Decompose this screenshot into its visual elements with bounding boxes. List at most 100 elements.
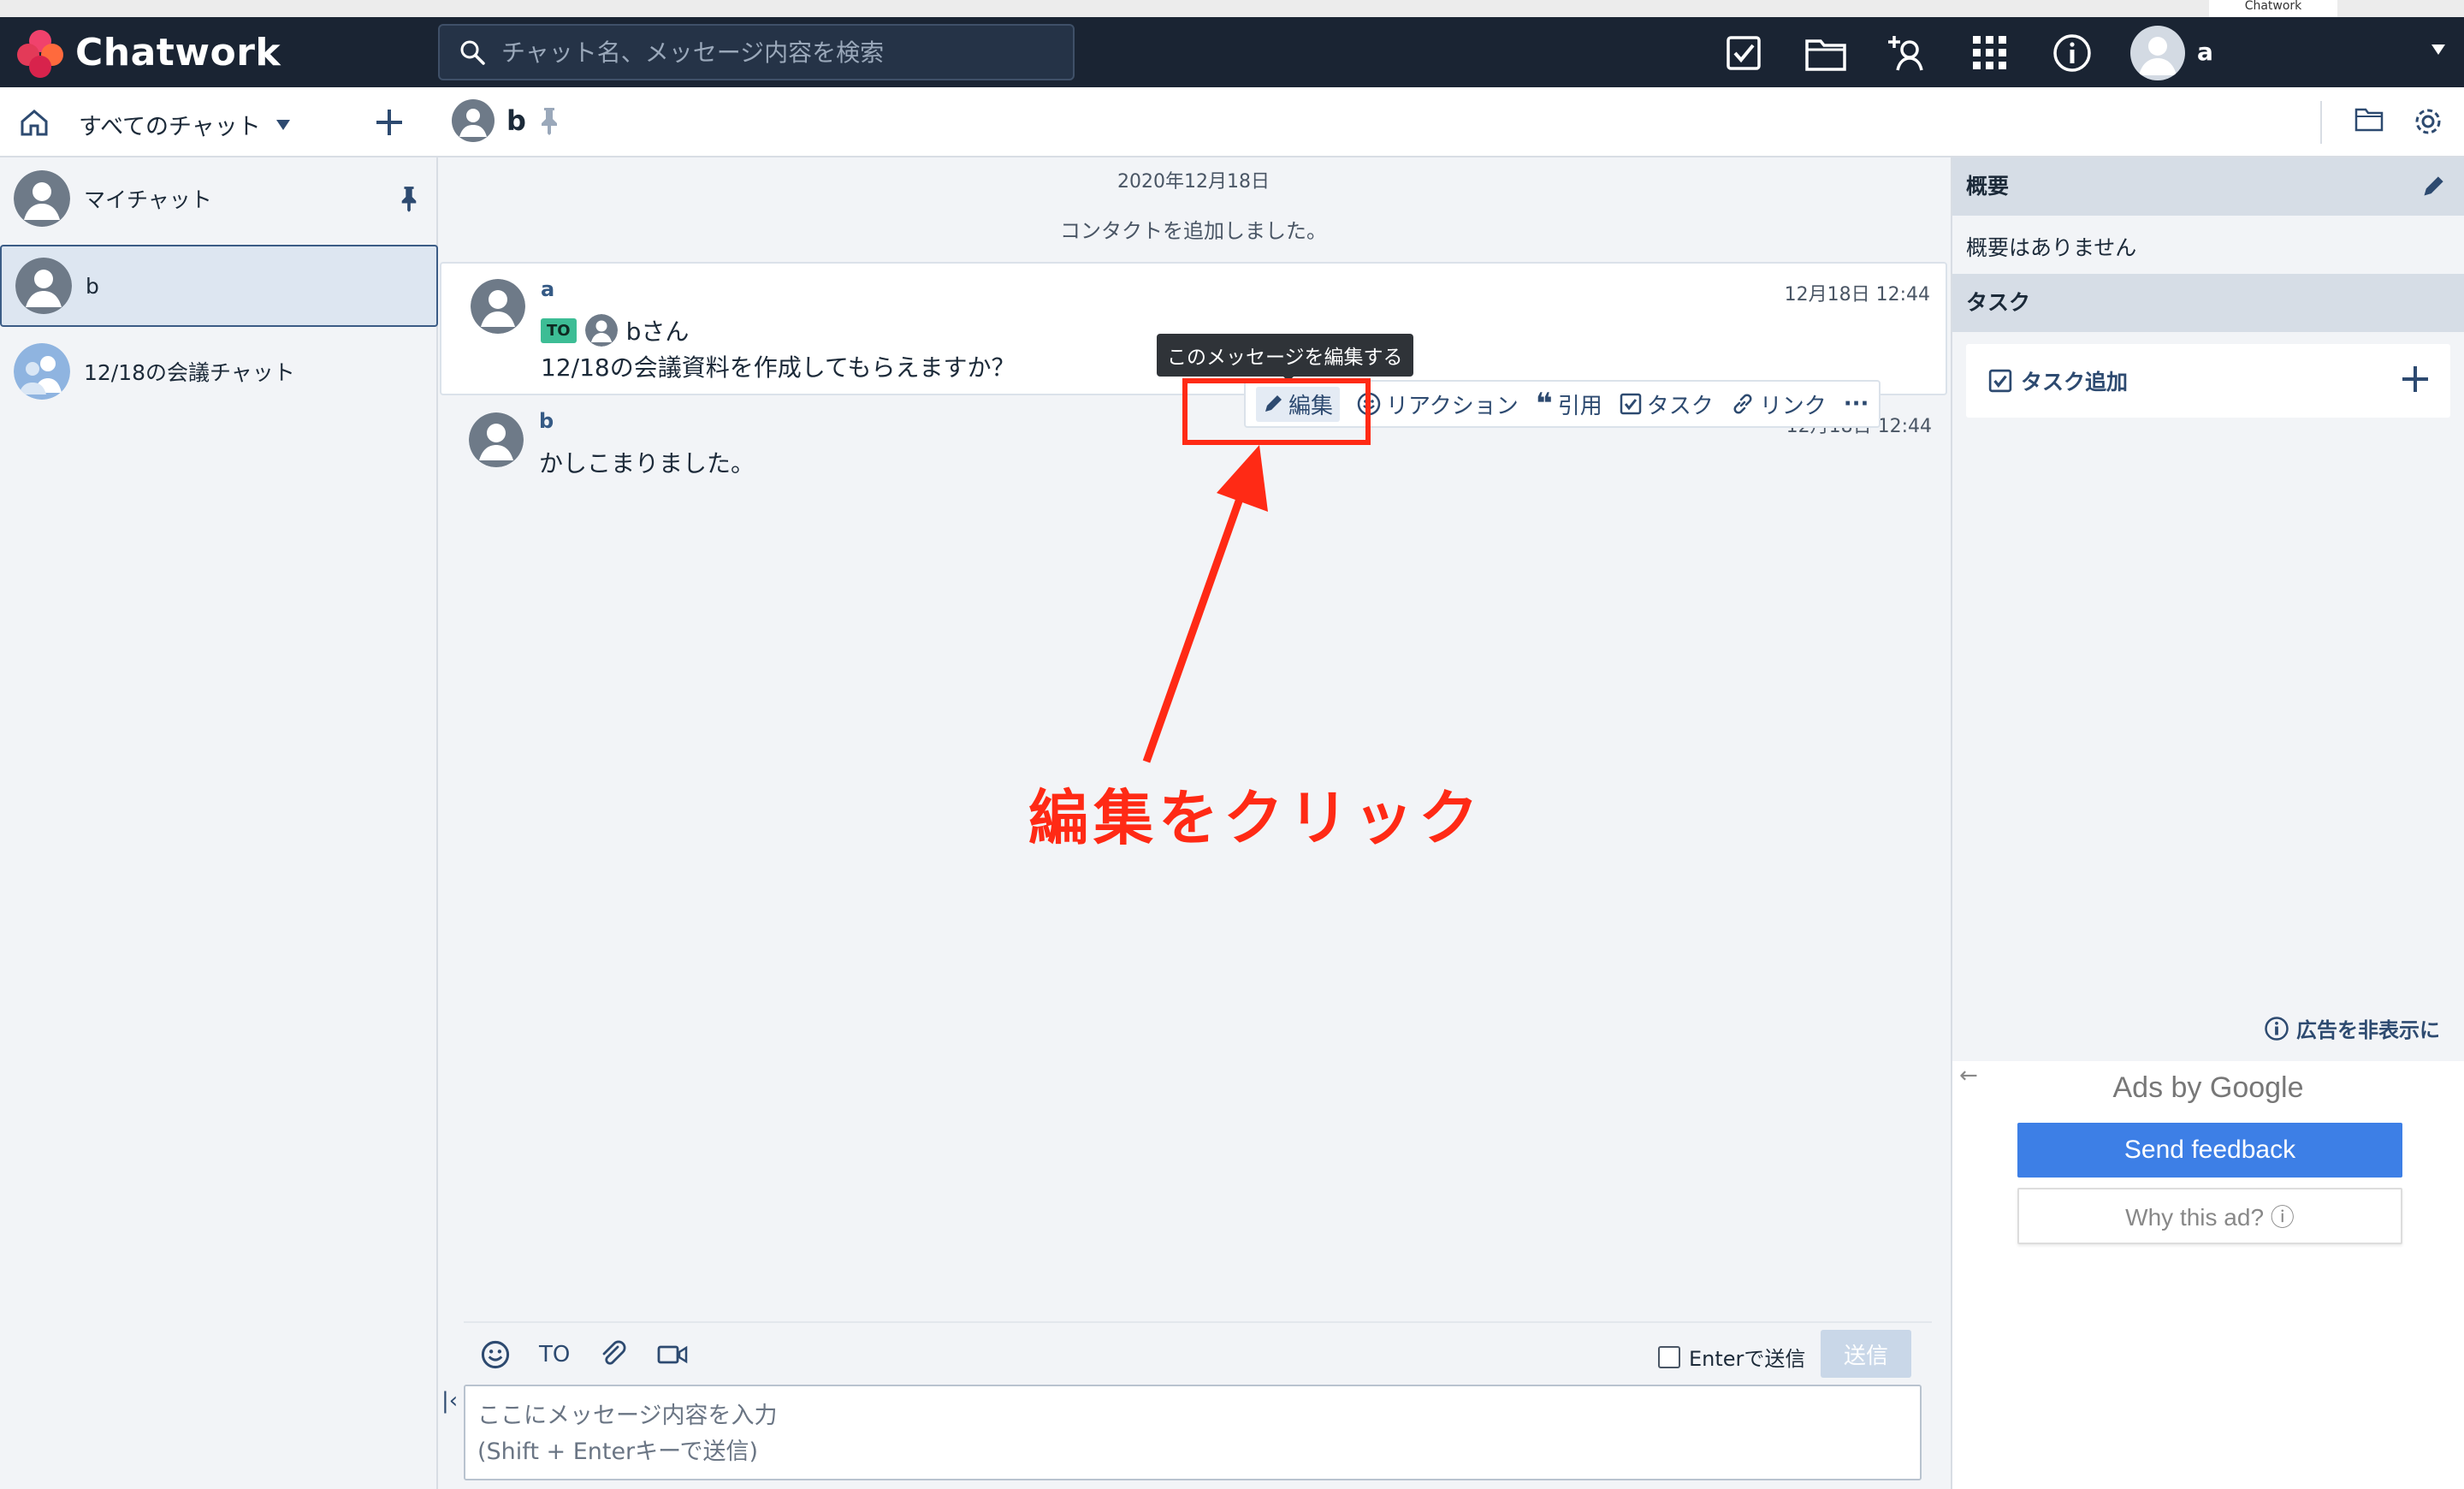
message-input[interactable]: [464, 1385, 1922, 1480]
mention-name: bさん: [625, 317, 690, 346]
video-call-icon[interactable]: [657, 1342, 688, 1367]
hide-ads-label: 広告を非表示に: [2296, 1018, 2440, 1042]
room-info-panel: 概要 概要はありません タスク タスク追加 広告を非表示に ← Ads by G…: [1951, 157, 2464, 1489]
overview-title: 概要: [1966, 174, 2010, 199]
sidebar-item-label: 12/18の会議チャット: [84, 360, 295, 385]
search-icon: [460, 40, 485, 65]
window-title: Chatwork: [2209, 0, 2337, 17]
hide-ads-link[interactable]: 広告を非表示に: [2264, 1013, 2440, 1043]
task-section-header: タスク: [1952, 274, 2464, 332]
file-folder-icon[interactable]: [1802, 29, 1850, 77]
avatar: [14, 170, 70, 227]
message-time: 12月18日 12:44: [1784, 284, 1930, 306]
enter-to-send-label: Enterで送信: [1689, 1347, 1806, 1371]
apps-grid-icon[interactable]: [1966, 29, 2014, 77]
reaction-action[interactable]: リアクション: [1357, 389, 1519, 420]
sub-header: すべてのチャット b: [0, 87, 2464, 157]
group-avatar: [14, 343, 70, 400]
ads-by-google: Ads by Google: [2112, 1071, 2304, 1104]
send-feedback-button[interactable]: Send feedback: [2017, 1123, 2402, 1178]
avatar: [15, 258, 72, 314]
info-icon[interactable]: [2048, 29, 2096, 77]
mention-avatar: [584, 314, 618, 347]
sidebar-item-meeting-chat[interactable]: 12/18の会議チャット: [0, 330, 438, 412]
quote-icon: ❝: [1535, 387, 1553, 421]
top-icon-group: [1720, 29, 2096, 77]
task-checkbox-icon[interactable]: [1720, 29, 1768, 77]
chevron-down-icon[interactable]: [2431, 44, 2445, 55]
chat-filter-dropdown[interactable]: すべてのチャット: [79, 108, 290, 141]
paperclip-icon[interactable]: [599, 1340, 628, 1369]
sender-avatar[interactable]: [471, 279, 525, 334]
user-name[interactable]: a: [2197, 38, 2213, 66]
add-task-label: タスク追加: [2021, 370, 2129, 394]
message-text: 12/18の会議資料を作成してもらえますか？: [541, 353, 1016, 382]
caret-down-icon: [275, 119, 290, 130]
task-action[interactable]: タスク: [1620, 389, 1714, 420]
task-label: タスク: [1646, 393, 1714, 419]
overview-section-header: 概要: [1952, 157, 2464, 216]
send-button[interactable]: 送信: [1821, 1330, 1911, 1378]
sidebar-item-my-chat[interactable]: マイチャット: [0, 157, 438, 240]
annotation-arrow: [1142, 445, 1268, 763]
task-checkbox-icon: [1988, 369, 2012, 393]
chat-filter-label: すべてのチャット: [79, 114, 261, 140]
message-text: かしこまりました。: [539, 449, 755, 478]
task-title: タスク: [1966, 290, 2031, 315]
to-mention: TO bさん: [541, 313, 689, 347]
why-this-ad-button[interactable]: Why this ad? ⓘ: [2017, 1188, 2402, 1244]
more-actions-button[interactable]: ···: [1844, 391, 1869, 417]
room-avatar[interactable]: [452, 99, 495, 142]
sender-avatar[interactable]: [469, 412, 524, 467]
task-checkbox-icon: [1620, 393, 1641, 415]
gear-icon[interactable]: [2411, 104, 2445, 142]
edit-tooltip: このメッセージを編集する: [1157, 334, 1413, 377]
contact-add-icon[interactable]: [1884, 29, 1932, 77]
reaction-label: リアクション: [1386, 393, 1519, 419]
home-icon[interactable]: [19, 108, 50, 140]
date-separator: 2020年12月18日: [1117, 171, 1270, 193]
collapse-composer-icon[interactable]: |‹: [441, 1388, 458, 1414]
sender-name[interactable]: a: [541, 277, 554, 301]
user-avatar[interactable]: [2130, 26, 2185, 80]
link-icon: [1733, 394, 1752, 414]
sidebar-item-label: b: [86, 273, 99, 299]
to-button[interactable]: TO: [539, 1342, 570, 1367]
pin-icon[interactable]: [399, 185, 419, 212]
more-icon: ···: [1843, 391, 1869, 417]
plus-icon[interactable]: [2399, 363, 2431, 395]
chatwork-logo[interactable]: Chatwork: [15, 26, 281, 79]
message-composer: TO Enterで送信 送信 |‹: [438, 1321, 1949, 1489]
system-message: コンタクトを追加しました。: [1060, 219, 1327, 243]
room-files-icon[interactable]: [2354, 106, 2384, 135]
pin-icon[interactable]: [538, 106, 560, 135]
sidebar-item-label: マイチャット: [84, 187, 212, 212]
search-input[interactable]: [501, 38, 1049, 67]
top-navbar: Chatwork a: [0, 17, 2464, 87]
link-action[interactable]: リンク: [1731, 389, 1827, 420]
emoji-icon[interactable]: [481, 1340, 510, 1369]
composer-toolbar: TO: [481, 1340, 688, 1369]
to-badge: TO: [541, 317, 577, 343]
logo-text: Chatwork: [75, 30, 281, 74]
info-icon: [2265, 1016, 2289, 1041]
sidebar-item-b[interactable]: b: [0, 245, 438, 327]
edit-overview-icon[interactable]: [2421, 175, 2445, 199]
logo-mark-icon: [15, 27, 67, 78]
os-title-strip: Chatwork: [0, 0, 2464, 17]
enter-to-send-checkbox[interactable]: [1658, 1345, 1680, 1368]
annotation-highlight-box: [1182, 378, 1371, 445]
add-chat-button[interactable]: [373, 106, 406, 142]
enter-to-send-option[interactable]: Enterで送信: [1658, 1342, 1805, 1372]
quote-label: 引用: [1557, 393, 1602, 419]
ad-container: ← Ads by Google Send feedback Why this a…: [1952, 1061, 2464, 1489]
sender-name[interactable]: b: [539, 409, 554, 433]
room-list-sidebar: マイチャット b 12/18の会議チャット: [0, 157, 438, 1489]
quote-action[interactable]: ❝ 引用: [1536, 387, 1602, 421]
divider: [464, 1321, 1932, 1323]
room-header: b: [452, 99, 560, 142]
add-task-button[interactable]: タスク追加: [1966, 344, 2450, 418]
room-title: b: [506, 104, 526, 137]
search-box[interactable]: [438, 24, 1075, 80]
link-label: リンク: [1759, 393, 1827, 419]
